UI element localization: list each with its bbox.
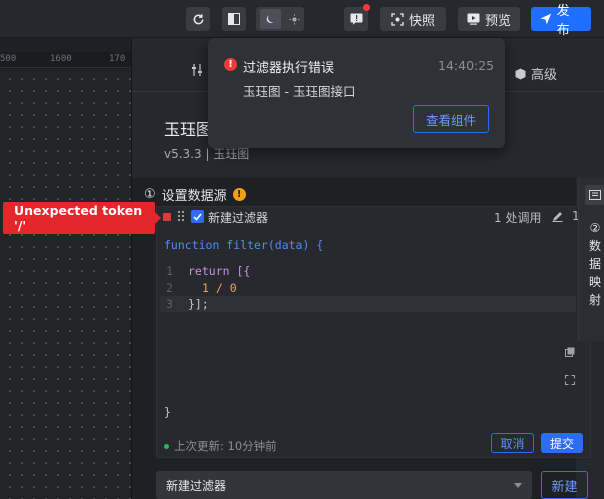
check-icon: [193, 212, 202, 221]
send-icon: [540, 13, 552, 25]
filter-select[interactable]: 新建过滤器: [156, 471, 532, 499]
error-tooltip: Unexpected token '/': [3, 202, 161, 234]
chevron-down-icon: [514, 482, 522, 488]
panel-layout-icon: [228, 13, 240, 25]
datasource-title: 设置数据源: [161, 189, 227, 204]
message-alert-icon: [350, 13, 362, 25]
editor-canvas[interactable]: [0, 69, 131, 499]
filter-enable-checkbox[interactable]: [191, 210, 204, 223]
filter-usage-count[interactable]: 1 处调用: [494, 209, 541, 226]
component-title: 玉珏图: [164, 120, 213, 139]
error-icon: !: [224, 58, 237, 71]
ruler-tick: 500: [0, 54, 17, 64]
filter-name: 新建过滤器: [208, 211, 269, 225]
error-status-icon: [163, 213, 171, 221]
moon-icon: [266, 15, 273, 23]
view-component-button[interactable]: 查看组件: [413, 105, 489, 133]
side-tab-char: 映: [588, 275, 601, 289]
snapshot-button[interactable]: 快照: [380, 7, 446, 31]
cancel-button[interactable]: 取消: [491, 433, 534, 453]
notification-body: 玉珏图 - 玉珏图接口: [243, 84, 356, 99]
preview-icon: [467, 13, 480, 25]
edit-icon[interactable]: [552, 211, 563, 225]
preview-label: 预览: [485, 13, 512, 29]
dark-mode-option[interactable]: [260, 9, 281, 29]
cube-icon: [515, 68, 526, 79]
code-footer: }: [164, 405, 171, 419]
fullscreen-icon[interactable]: [564, 374, 576, 388]
preview-button[interactable]: 预览: [458, 7, 520, 31]
line-number: 3: [166, 297, 173, 311]
data-mapping-label: ② 数 据 映 射: [588, 219, 602, 309]
line-number: 1: [166, 264, 173, 278]
drag-handle-icon[interactable]: [177, 210, 185, 223]
last-update-text: 上次更新: 10分钟前: [174, 439, 277, 453]
tab-style[interactable]: [191, 64, 203, 76]
code-header: function filter(data) {: [164, 238, 324, 252]
filter-select-value: 新建过滤器: [166, 478, 227, 493]
datasource-section-title: ① 设置数据源 !: [144, 185, 246, 204]
current-line-highlight: [160, 296, 576, 312]
code-line: 1 / 0: [202, 281, 237, 295]
collapse-panel-icon[interactable]: [585, 185, 604, 205]
ruler-tick: 1600: [50, 54, 72, 64]
publish-button[interactable]: 发布: [531, 4, 591, 38]
notification-dot: [363, 4, 370, 11]
side-tab-char: 数: [588, 239, 601, 253]
side-tab-char: 射: [588, 293, 601, 307]
copy-icon[interactable]: [565, 346, 575, 360]
error-message: Unexpected token '/': [14, 203, 143, 233]
horizontal-ruler: 500 1600 170: [0, 52, 131, 68]
screenshot-icon: [391, 12, 404, 26]
side-tab-char: 据: [588, 257, 601, 271]
warning-icon[interactable]: !: [232, 188, 246, 201]
publish-label: 发布: [556, 4, 570, 38]
tab-advanced-label: 高级: [531, 68, 558, 83]
status-dot: [164, 443, 169, 449]
layout-toggle-button[interactable]: [222, 7, 246, 31]
last-update: 上次更新: 10分钟前: [164, 438, 277, 454]
notifications-button[interactable]: [344, 4, 370, 31]
sun-icon[interactable]: [289, 13, 300, 25]
submit-button[interactable]: 提交: [541, 433, 583, 453]
notification-time: 14:40:25: [438, 58, 495, 73]
side-tab-step: ②: [589, 221, 601, 235]
ruler-tick: 170: [109, 54, 126, 64]
refresh-icon: [193, 13, 203, 24]
new-filter-button[interactable]: 新建: [541, 471, 588, 499]
line-number: 2: [166, 281, 173, 295]
code-line: }];: [188, 297, 209, 311]
refresh-button[interactable]: [186, 7, 210, 31]
code-line: return [{: [188, 264, 251, 278]
theme-switch[interactable]: [256, 7, 304, 31]
notification-title: 过滤器执行错误: [243, 61, 335, 76]
snapshot-label: 快照: [408, 13, 435, 29]
sliders-icon: [192, 64, 202, 76]
step-number: ①: [144, 187, 156, 202]
tab-advanced[interactable]: 高级: [515, 64, 557, 83]
